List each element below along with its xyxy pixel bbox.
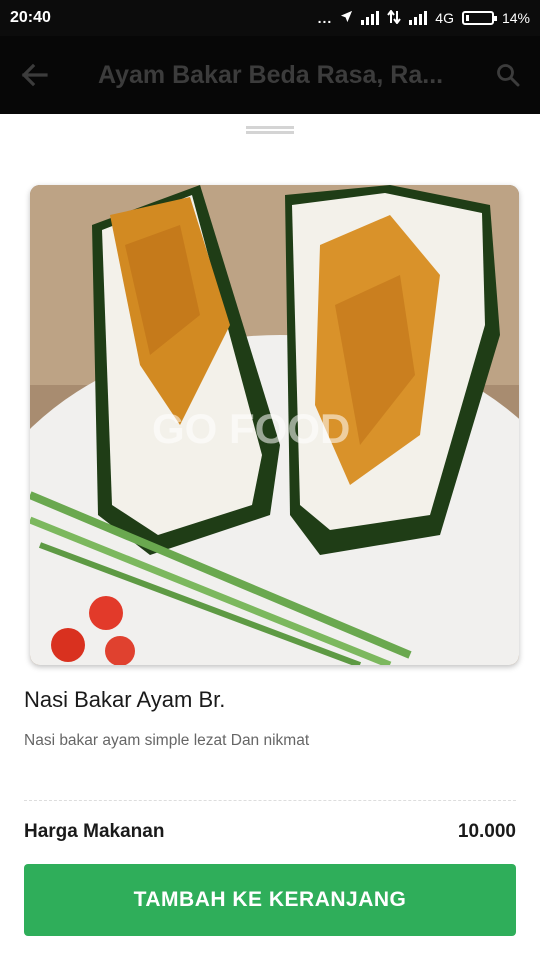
battery-percent: 14% [501,10,530,26]
signal-strength-2-icon [409,11,428,25]
more-dots: ... [317,10,333,26]
search-button[interactable] [476,63,520,87]
arrow-left-icon [21,63,48,87]
divider [24,800,516,801]
status-icons: ... 4G 14% [317,8,530,27]
page-title: Ayam Bakar Beda Rasa, Ra... [98,60,444,89]
food-photo-illustration: GO FOOD [30,185,519,665]
back-button[interactable] [20,63,76,87]
search-icon [497,64,520,87]
status-bar: 20:40 ... 4G 14% [0,0,540,36]
food-photo: GO FOOD [30,185,519,665]
drag-handle[interactable] [246,126,294,134]
battery-icon [461,11,497,25]
item-detail-sheet: GO FOOD Nasi Bakar Ayam Br. Nasi bakar a… [0,114,540,960]
signal-strength-icon [361,11,380,25]
battery-fill [465,15,470,21]
app-bar: Ayam Bakar Beda Rasa, Ra... [0,36,540,114]
add-to-cart-button[interactable]: TAMBAH KE KERANJANG [24,864,516,936]
price-label: Harga Makanan [24,821,165,842]
data-transfer-icon [387,8,402,27]
location-arrow-icon [340,10,353,26]
network-type: 4G [435,10,454,26]
photo-watermark: GO FOOD [152,405,350,452]
item-description: Nasi bakar ayam simple lezat Dan nikmat [24,732,310,749]
status-time: 20:40 [10,9,51,26]
price-value: 10.000 [457,821,516,842]
item-name: Nasi Bakar Ayam Br. [24,687,226,712]
